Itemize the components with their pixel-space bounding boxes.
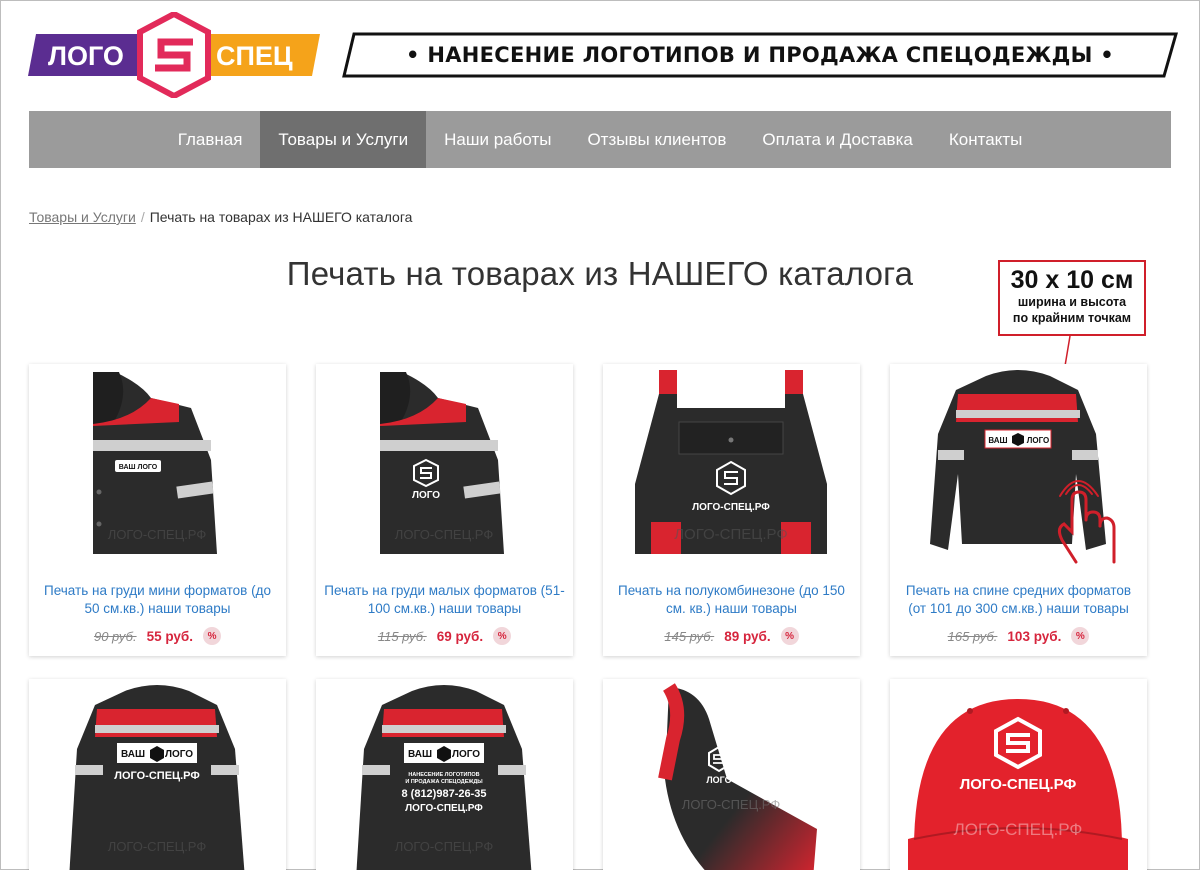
svg-text:ЛОГО-СПЕЦ.РФ: ЛОГО-СПЕЦ.РФ bbox=[674, 526, 788, 543]
product-title[interactable]: Печать на полукомбинезоне (до 150 см. кв… bbox=[611, 582, 852, 618]
logo-text-right: СПЕЦ bbox=[216, 41, 293, 71]
svg-text:ЛОГО-СПЕЦ.РФ: ЛОГО-СПЕЦ.РФ bbox=[395, 527, 494, 542]
product-card[interactable]: ЛОГО-СПЕЦ.РФ ЛОГО-СПЕЦ.РФ Печать на полу… bbox=[603, 364, 860, 656]
svg-text:ЛОГО-СПЕЦ.РФ: ЛОГО-СПЕЦ.РФ bbox=[395, 839, 494, 854]
nav-label: Контакты bbox=[948, 129, 1023, 149]
svg-text:ЛОГО-СПЕЦ.РФ: ЛОГО-СПЕЦ.РФ bbox=[108, 527, 207, 542]
price-row: 165 руб. 103 руб. % bbox=[890, 627, 1147, 645]
product-card[interactable]: ВАШ ЛОГО Печать на спине средних формато… bbox=[890, 364, 1147, 656]
discount-badge: % bbox=[203, 627, 222, 645]
nav-item-works[interactable]: Наши работы bbox=[426, 111, 569, 168]
price-row: 90 руб. 55 руб. % bbox=[29, 627, 286, 645]
nav-label: Товары и Услуги bbox=[278, 129, 409, 149]
breadcrumb: Товары и Услуги / Печать на товарах из НАШ… bbox=[29, 209, 412, 225]
size-annotation-value: 30 x 10 см bbox=[1010, 266, 1134, 294]
product-image-back-full: ВАШ ЛОГО НАНЕСЕНИЕ ЛОГОТИПОВ И ПРОДАЖА С… bbox=[356, 685, 532, 870]
old-price: 165 руб. bbox=[947, 628, 998, 644]
nav-label: Оплата и Доставка bbox=[762, 129, 913, 149]
main-nav: Главная Товары и Услуги Наши работы Отзы… bbox=[29, 111, 1171, 168]
product-image-back-medium: ВАШ ЛОГО bbox=[930, 370, 1116, 564]
tagline-text: • НАНЕСЕНИЕ ЛОГОТИПОВ И ПРОДАЖА СПЕЦОДЕЖ… bbox=[406, 43, 1114, 67]
nav-item-payment[interactable]: Оплата и Доставка bbox=[744, 111, 930, 168]
svg-text:ЛОГО: ЛОГО bbox=[452, 749, 480, 760]
nav-item-contacts[interactable]: Контакты bbox=[931, 111, 1040, 168]
new-price: 69 руб. bbox=[436, 628, 484, 644]
product-card[interactable]: ЛОГО ЛОГО-СПЕЦ.РФ bbox=[603, 679, 860, 870]
svg-text:ЛОГО: ЛОГО bbox=[706, 775, 731, 785]
product-image-chest-small: ЛОГО ЛОГО-СПЕЦ.РФ bbox=[380, 372, 504, 554]
new-price: 55 руб. bbox=[146, 628, 194, 644]
svg-text:ЛОГО-СПЕЦ.РФ: ЛОГО-СПЕЦ.РФ bbox=[954, 820, 1083, 839]
svg-text:ЛОГО-СПЕЦ.РФ: ЛОГО-СПЕЦ.РФ bbox=[682, 797, 781, 812]
svg-text:НАНЕСЕНИЕ ЛОГОТИПОВ: НАНЕСЕНИЕ ЛОГОТИПОВ bbox=[408, 772, 479, 778]
svg-text:ЛОГО-СПЕЦ.РФ: ЛОГО-СПЕЦ.РФ bbox=[692, 502, 770, 513]
product-card[interactable]: ЛОГО-СПЕЦ.РФ ЛОГО-СПЕЦ.РФ bbox=[890, 679, 1147, 870]
product-title[interactable]: Печать на груди мини форматов (до 50 см.… bbox=[37, 582, 278, 618]
new-price: 103 руб. bbox=[1007, 628, 1062, 644]
product-image-sleeve: ЛОГО ЛОГО-СПЕЦ.РФ bbox=[658, 683, 817, 870]
size-annotation: 30 x 10 см ширина и высота по крайним то… bbox=[998, 260, 1146, 336]
breadcrumb-current: Печать на товарах из НАШЕГО каталога bbox=[149, 209, 413, 225]
discount-badge: % bbox=[780, 627, 799, 645]
svg-text:ВАШ: ВАШ bbox=[408, 749, 432, 760]
old-price: 115 руб. bbox=[377, 628, 427, 644]
product-card[interactable]: ЛОГО ЛОГО-СПЕЦ.РФ Печать на груди малых … bbox=[316, 364, 573, 656]
product-image-chest-mini: ВАШ ЛОГО ЛОГО-СПЕЦ.РФ bbox=[93, 372, 217, 554]
svg-text:И ПРОДАЖА СПЕЦОДЕЖДЫ: И ПРОДАЖА СПЕЦОДЕЖДЫ bbox=[405, 779, 483, 785]
nav-item-products[interactable]: Товары и Услуги bbox=[260, 111, 427, 168]
old-price: 90 руб. bbox=[93, 628, 137, 644]
svg-text:ЛОГО-СПЕЦ.РФ: ЛОГО-СПЕЦ.РФ bbox=[960, 776, 1077, 793]
nav-label: Главная bbox=[177, 129, 243, 149]
price-row: 115 руб. 69 руб. % bbox=[316, 627, 573, 645]
svg-text:ЛОГО: ЛОГО bbox=[165, 749, 193, 760]
logo-text-left: ЛОГО bbox=[48, 41, 124, 71]
price-row: 145 руб. 89 руб. % bbox=[603, 627, 860, 645]
product-title[interactable]: Печать на спине средних форматов (от 101… bbox=[898, 582, 1139, 618]
breadcrumb-separator: / bbox=[140, 209, 145, 225]
svg-text:ЛОГО-СПЕЦ.РФ: ЛОГО-СПЕЦ.РФ bbox=[405, 803, 483, 814]
nav-label: Наши работы bbox=[444, 129, 552, 149]
product-card[interactable]: ВАШ ЛОГО НАНЕСЕНИЕ ЛОГОТИПОВ И ПРОДАЖА С… bbox=[316, 679, 573, 870]
discount-badge: % bbox=[1071, 627, 1090, 645]
product-card[interactable]: ВАШ ЛОГО ЛОГО-СПЕЦ.РФ ЛОГО-СПЕЦ.РФ bbox=[29, 679, 286, 870]
svg-text:ВАШ: ВАШ bbox=[121, 749, 145, 760]
discount-badge: % bbox=[493, 627, 512, 645]
size-annotation-line1: ширина и высота bbox=[1017, 295, 1127, 309]
nav-label: Отзывы клиентов bbox=[587, 129, 727, 149]
nav-item-home[interactable]: Главная bbox=[160, 111, 261, 168]
svg-text:ВАШ ЛОГО: ВАШ ЛОГО bbox=[119, 464, 158, 471]
breadcrumb-link[interactable]: Товары и Услуги bbox=[29, 209, 136, 225]
svg-text:ЛОГО: ЛОГО bbox=[412, 490, 440, 501]
svg-text:8 (812)987-26-35: 8 (812)987-26-35 bbox=[401, 788, 486, 800]
product-title[interactable]: Печать на груди малых форматов (51-100 с… bbox=[324, 582, 565, 618]
site-logo[interactable]: ЛОГО СПЕЦ bbox=[28, 12, 320, 98]
svg-text:ЛОГО-СПЕЦ.РФ: ЛОГО-СПЕЦ.РФ bbox=[114, 770, 199, 782]
size-annotation-line2: по крайним точкам bbox=[1012, 311, 1132, 325]
svg-text:ЛОГО: ЛОГО bbox=[1027, 436, 1050, 445]
nav-item-reviews[interactable]: Отзывы клиентов bbox=[569, 111, 744, 168]
product-card[interactable]: ВАШ ЛОГО ЛОГО-СПЕЦ.РФ Печать на груди ми… bbox=[29, 364, 286, 656]
product-image-overalls: ЛОГО-СПЕЦ.РФ ЛОГО-СПЕЦ.РФ bbox=[635, 370, 827, 554]
old-price: 145 руб. bbox=[664, 628, 715, 644]
product-image-back-large: ВАШ ЛОГО ЛОГО-СПЕЦ.РФ ЛОГО-СПЕЦ.РФ bbox=[69, 685, 245, 870]
svg-text:ЛОГО-СПЕЦ.РФ: ЛОГО-СПЕЦ.РФ bbox=[108, 839, 207, 854]
new-price: 89 руб. bbox=[724, 628, 771, 644]
product-image-cap: ЛОГО-СПЕЦ.РФ ЛОГО-СПЕЦ.РФ bbox=[908, 699, 1128, 870]
svg-text:ВАШ: ВАШ bbox=[988, 436, 1007, 445]
